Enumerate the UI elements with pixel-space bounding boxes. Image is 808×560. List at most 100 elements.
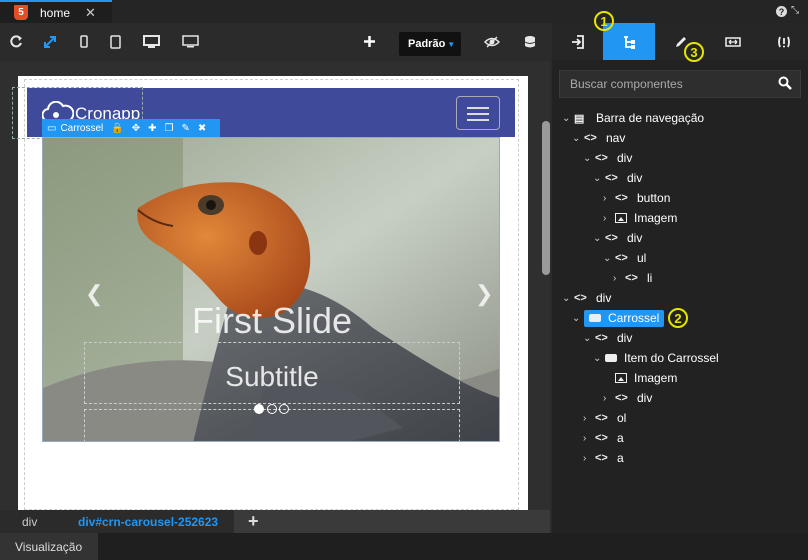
- selection-label: Carrossel: [60, 122, 104, 134]
- tree-item[interactable]: ⌄ <> ul: [603, 248, 646, 268]
- tree-item[interactable]: ⌄ <> div: [593, 228, 642, 248]
- tree-item-label: div: [617, 331, 633, 345]
- tree-item[interactable]: › <> button: [603, 188, 670, 208]
- carousel-icon: [605, 354, 617, 362]
- chevron-right-icon[interactable]: ›: [583, 413, 595, 424]
- caret-down-icon: ▼: [447, 39, 456, 49]
- tree-item-label: Carrossel: [608, 311, 660, 325]
- hamburger-button[interactable]: [456, 96, 500, 130]
- database-icon[interactable]: [524, 35, 536, 49]
- slide-subtitle[interactable]: Subtitle: [43, 361, 499, 393]
- chevron-down-icon[interactable]: ⌄: [562, 293, 574, 304]
- chevron-right-icon[interactable]: ›: [583, 453, 595, 464]
- tree-item-label: ul: [637, 251, 647, 265]
- tree-item[interactable]: › <> a: [583, 428, 624, 448]
- tree-item[interactable]: › <> a: [583, 448, 624, 468]
- chevron-down-icon[interactable]: ⌄: [572, 133, 584, 144]
- chevron-down-icon[interactable]: ⌄: [593, 353, 605, 364]
- search-box: [559, 70, 801, 98]
- tree-item[interactable]: ⌄ Item do Carrossel: [593, 348, 719, 368]
- slide-title[interactable]: First Slide: [43, 300, 499, 342]
- tree-item-label: Item do Carrossel: [624, 351, 719, 365]
- search-icon[interactable]: [778, 76, 792, 90]
- tree-item[interactable]: ⌄ ▤ Barra de navegação: [562, 108, 704, 128]
- tag-icon: <>: [574, 292, 587, 304]
- panel-tabs: [552, 23, 808, 60]
- carousel-indicator[interactable]: [279, 404, 289, 414]
- phone-icon[interactable]: [79, 35, 89, 49]
- tree-item-label: div: [596, 291, 612, 305]
- chevron-down-icon[interactable]: ⌄: [603, 253, 615, 264]
- toolbar: Padrão ▼: [0, 23, 550, 61]
- tag-icon: <>: [595, 332, 608, 344]
- add-icon[interactable]: ✚: [148, 123, 156, 134]
- refresh-icon[interactable]: [9, 35, 23, 49]
- restore-icon[interactable]: ⤡: [791, 5, 799, 16]
- chevron-down-icon[interactable]: ⌄: [572, 313, 584, 324]
- tree-item-label: div: [637, 391, 653, 405]
- tag-icon: <>: [615, 192, 628, 204]
- import-icon[interactable]: [552, 23, 604, 60]
- delete-icon[interactable]: ✖: [198, 123, 206, 134]
- chevron-right-icon[interactable]: ›: [603, 213, 615, 224]
- image-icon: [615, 213, 627, 223]
- carousel-indicator[interactable]: [267, 404, 277, 414]
- carousel-preview[interactable]: First Slide Subtitle ❮ ❯: [42, 137, 500, 442]
- tree-item-label: Imagem: [634, 211, 678, 225]
- chevron-down-icon[interactable]: ⌄: [593, 233, 605, 244]
- code-icon[interactable]: [758, 23, 808, 60]
- search-input[interactable]: [560, 71, 770, 97]
- chevron-down-icon[interactable]: ⌄: [593, 173, 605, 184]
- breadcrumb-item[interactable]: div: [0, 510, 58, 533]
- chevron-down-icon[interactable]: ⌄: [583, 333, 595, 344]
- breadcrumb-item-active[interactable]: div#crn-carousel-252623: [58, 510, 234, 533]
- desktop-icon[interactable]: [143, 35, 160, 49]
- tag-icon: <>: [584, 132, 597, 144]
- tab-home[interactable]: 5 home ✕: [0, 0, 112, 23]
- tablet-icon[interactable]: [110, 35, 122, 49]
- copy-icon[interactable]: ❐: [164, 123, 173, 134]
- tag-icon: <>: [625, 272, 638, 284]
- chevron-left-icon[interactable]: ❮: [85, 281, 103, 307]
- tree-item[interactable]: ⌄ <> div: [562, 288, 611, 308]
- device-select[interactable]: Padrão ▼: [399, 32, 461, 56]
- chevron-down-icon[interactable]: ⌄: [583, 153, 595, 164]
- tree-item[interactable]: › <> li: [613, 268, 652, 288]
- tree-item[interactable]: › Imagem: [603, 208, 677, 228]
- tree-item-selected[interactable]: Carrossel: [584, 309, 665, 327]
- lock-icon[interactable]: 🔒: [111, 123, 123, 134]
- tree-icon[interactable]: [603, 23, 655, 60]
- tree-item[interactable]: ⌄ <> div: [593, 168, 642, 188]
- resize-icon[interactable]: [707, 23, 759, 60]
- callout-badge: 2: [668, 308, 688, 328]
- chevron-right-icon[interactable]: ❯: [475, 281, 493, 307]
- tree-item[interactable]: ⌄ <> div: [583, 148, 632, 168]
- tree-item-label: Barra de navegação: [596, 111, 705, 125]
- chevron-down-icon[interactable]: ⌄: [562, 113, 574, 124]
- expand-icon[interactable]: [43, 35, 57, 49]
- chevron-right-icon[interactable]: ›: [613, 273, 625, 284]
- close-icon[interactable]: ✕: [85, 5, 96, 21]
- help-icon[interactable]: ?: [776, 6, 787, 17]
- carousel-indicator[interactable]: [254, 404, 264, 414]
- chevron-right-icon[interactable]: ›: [603, 193, 615, 204]
- add-icon[interactable]: [363, 35, 376, 49]
- add-icon[interactable]: +: [248, 511, 259, 532]
- preview-tab[interactable]: Visualização: [0, 533, 98, 560]
- tree-item-label: div: [627, 231, 643, 245]
- chevron-right-icon[interactable]: ›: [603, 393, 615, 404]
- tree-item[interactable]: ⌄ Carrossel: [572, 308, 665, 328]
- chevron-right-icon[interactable]: ›: [583, 433, 595, 444]
- tree-item[interactable]: › <> ol: [583, 408, 626, 428]
- tree-item-label: div: [617, 151, 633, 165]
- monitor-icon[interactable]: [182, 35, 199, 49]
- hide-icon[interactable]: [484, 35, 500, 49]
- tree-item[interactable]: ⌄ <> nav: [572, 128, 625, 148]
- wand-icon[interactable]: ✎: [181, 123, 189, 134]
- tree-item[interactable]: ⌄ <> div: [583, 328, 632, 348]
- tag-icon: <>: [595, 432, 608, 444]
- canvas-scrollbar[interactable]: [542, 121, 550, 275]
- tree-item[interactable]: › <> div: [603, 388, 652, 408]
- tree-item[interactable]: Imagem: [603, 368, 677, 388]
- move-icon[interactable]: ✥: [132, 123, 140, 134]
